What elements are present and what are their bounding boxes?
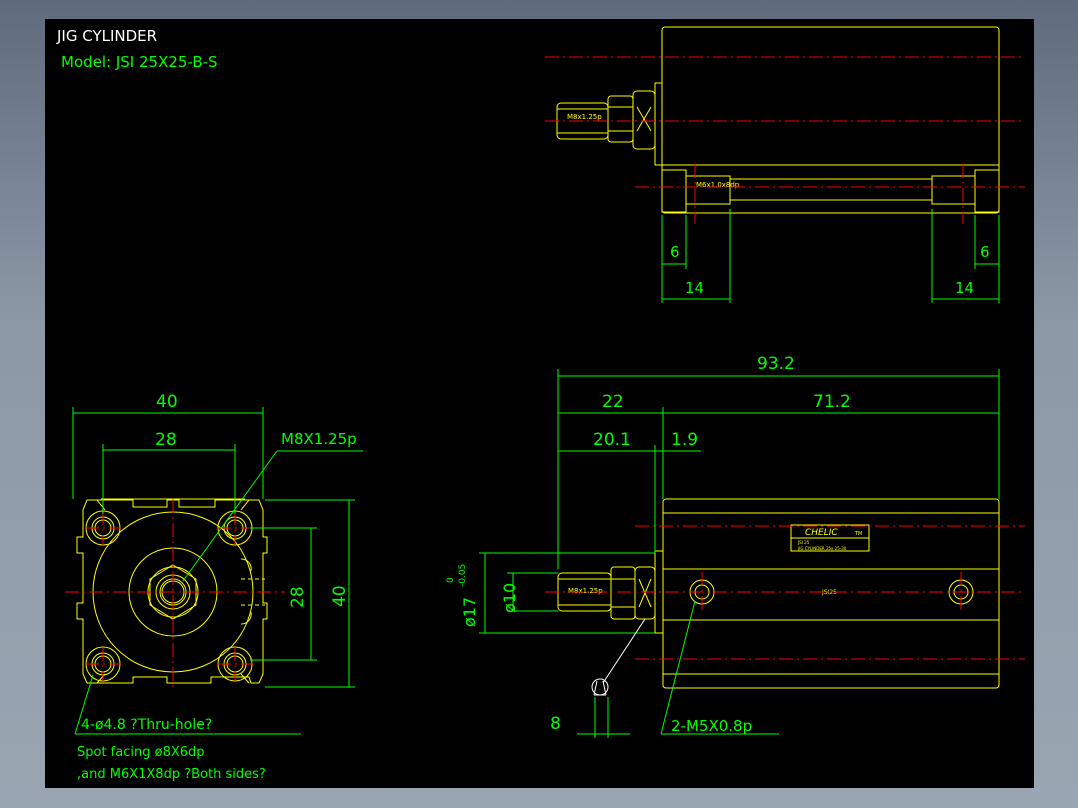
dim-wrench-8: 8 xyxy=(550,714,561,734)
dim-top-left-14: 14 xyxy=(685,279,704,297)
top-tap-label: M6x1.0x8dp xyxy=(696,181,740,189)
note-spot-facing: Spot facing ø8X6dp xyxy=(77,745,205,760)
dim-body-71-2: 71.2 xyxy=(813,392,851,412)
dim-front-height-40: 40 xyxy=(330,585,350,607)
drawing-title: JIG CYLINDER xyxy=(56,27,157,45)
brand-suffix: TM xyxy=(854,531,862,537)
top-thread-label: M8x1.25p xyxy=(567,113,602,121)
front-view: 40 28 28 40 M8X1.25p 4-ø4.8 ?Thru-hole? … xyxy=(65,392,363,782)
plate-line-1: JSI 25 xyxy=(797,540,810,545)
callout-front-thread: M8X1.25p xyxy=(281,430,357,448)
cad-viewport[interactable]: JIG CYLINDER Model: JSI 25X25-B-S M8x1.2… xyxy=(45,19,1034,788)
dim-boss-tol-lower: -0.05 xyxy=(458,564,468,587)
dim-rod-dia: ø10 xyxy=(500,583,519,613)
dim-front-width-40: 40 xyxy=(156,392,178,412)
top-view: M8x1.25p M6x1.0x8dp 6 14 6 14 xyxy=(545,26,1025,303)
dim-front-pitch-28: 28 xyxy=(155,430,177,450)
cad-drawing: JIG CYLINDER Model: JSI 25X25-B-S M8x1.2… xyxy=(56,26,1025,782)
dim-rod-22: 22 xyxy=(602,392,624,412)
callout-front-holes: 4-ø4.8 ?Thru-hole? xyxy=(81,717,212,733)
brand-logo: CHELIC xyxy=(805,528,838,538)
dim-top-left-6: 6 xyxy=(670,243,680,261)
dim-boss-dia: ø17 xyxy=(460,597,479,627)
dim-front-pitch-v-28: 28 xyxy=(288,586,308,608)
side-view: CHELIC TM JSI 25 JIG CYLINDER 25x 25-30 … xyxy=(446,354,1025,738)
dim-top-right-14: 14 xyxy=(955,279,974,297)
note-both-sides: ,and M6X1X8dp ?Both sides? xyxy=(77,767,266,782)
dim-flange-1-9: 1.9 xyxy=(671,430,698,450)
side-thread-label: M8x1.25p xyxy=(568,587,603,595)
model-label: Model: JSI 25X25-B-S xyxy=(61,53,218,71)
dim-top-right-6: 6 xyxy=(980,243,990,261)
plate-line-2: JIG CYLINDER 25x 25-30 xyxy=(797,546,847,551)
callout-ports: 2-M5X0.8p xyxy=(671,717,752,735)
dim-overall-93-2: 93.2 xyxy=(757,354,795,374)
dim-boss-tol-upper: 0 xyxy=(446,577,456,583)
dim-rod-ext-20-1: 20.1 xyxy=(593,430,631,450)
